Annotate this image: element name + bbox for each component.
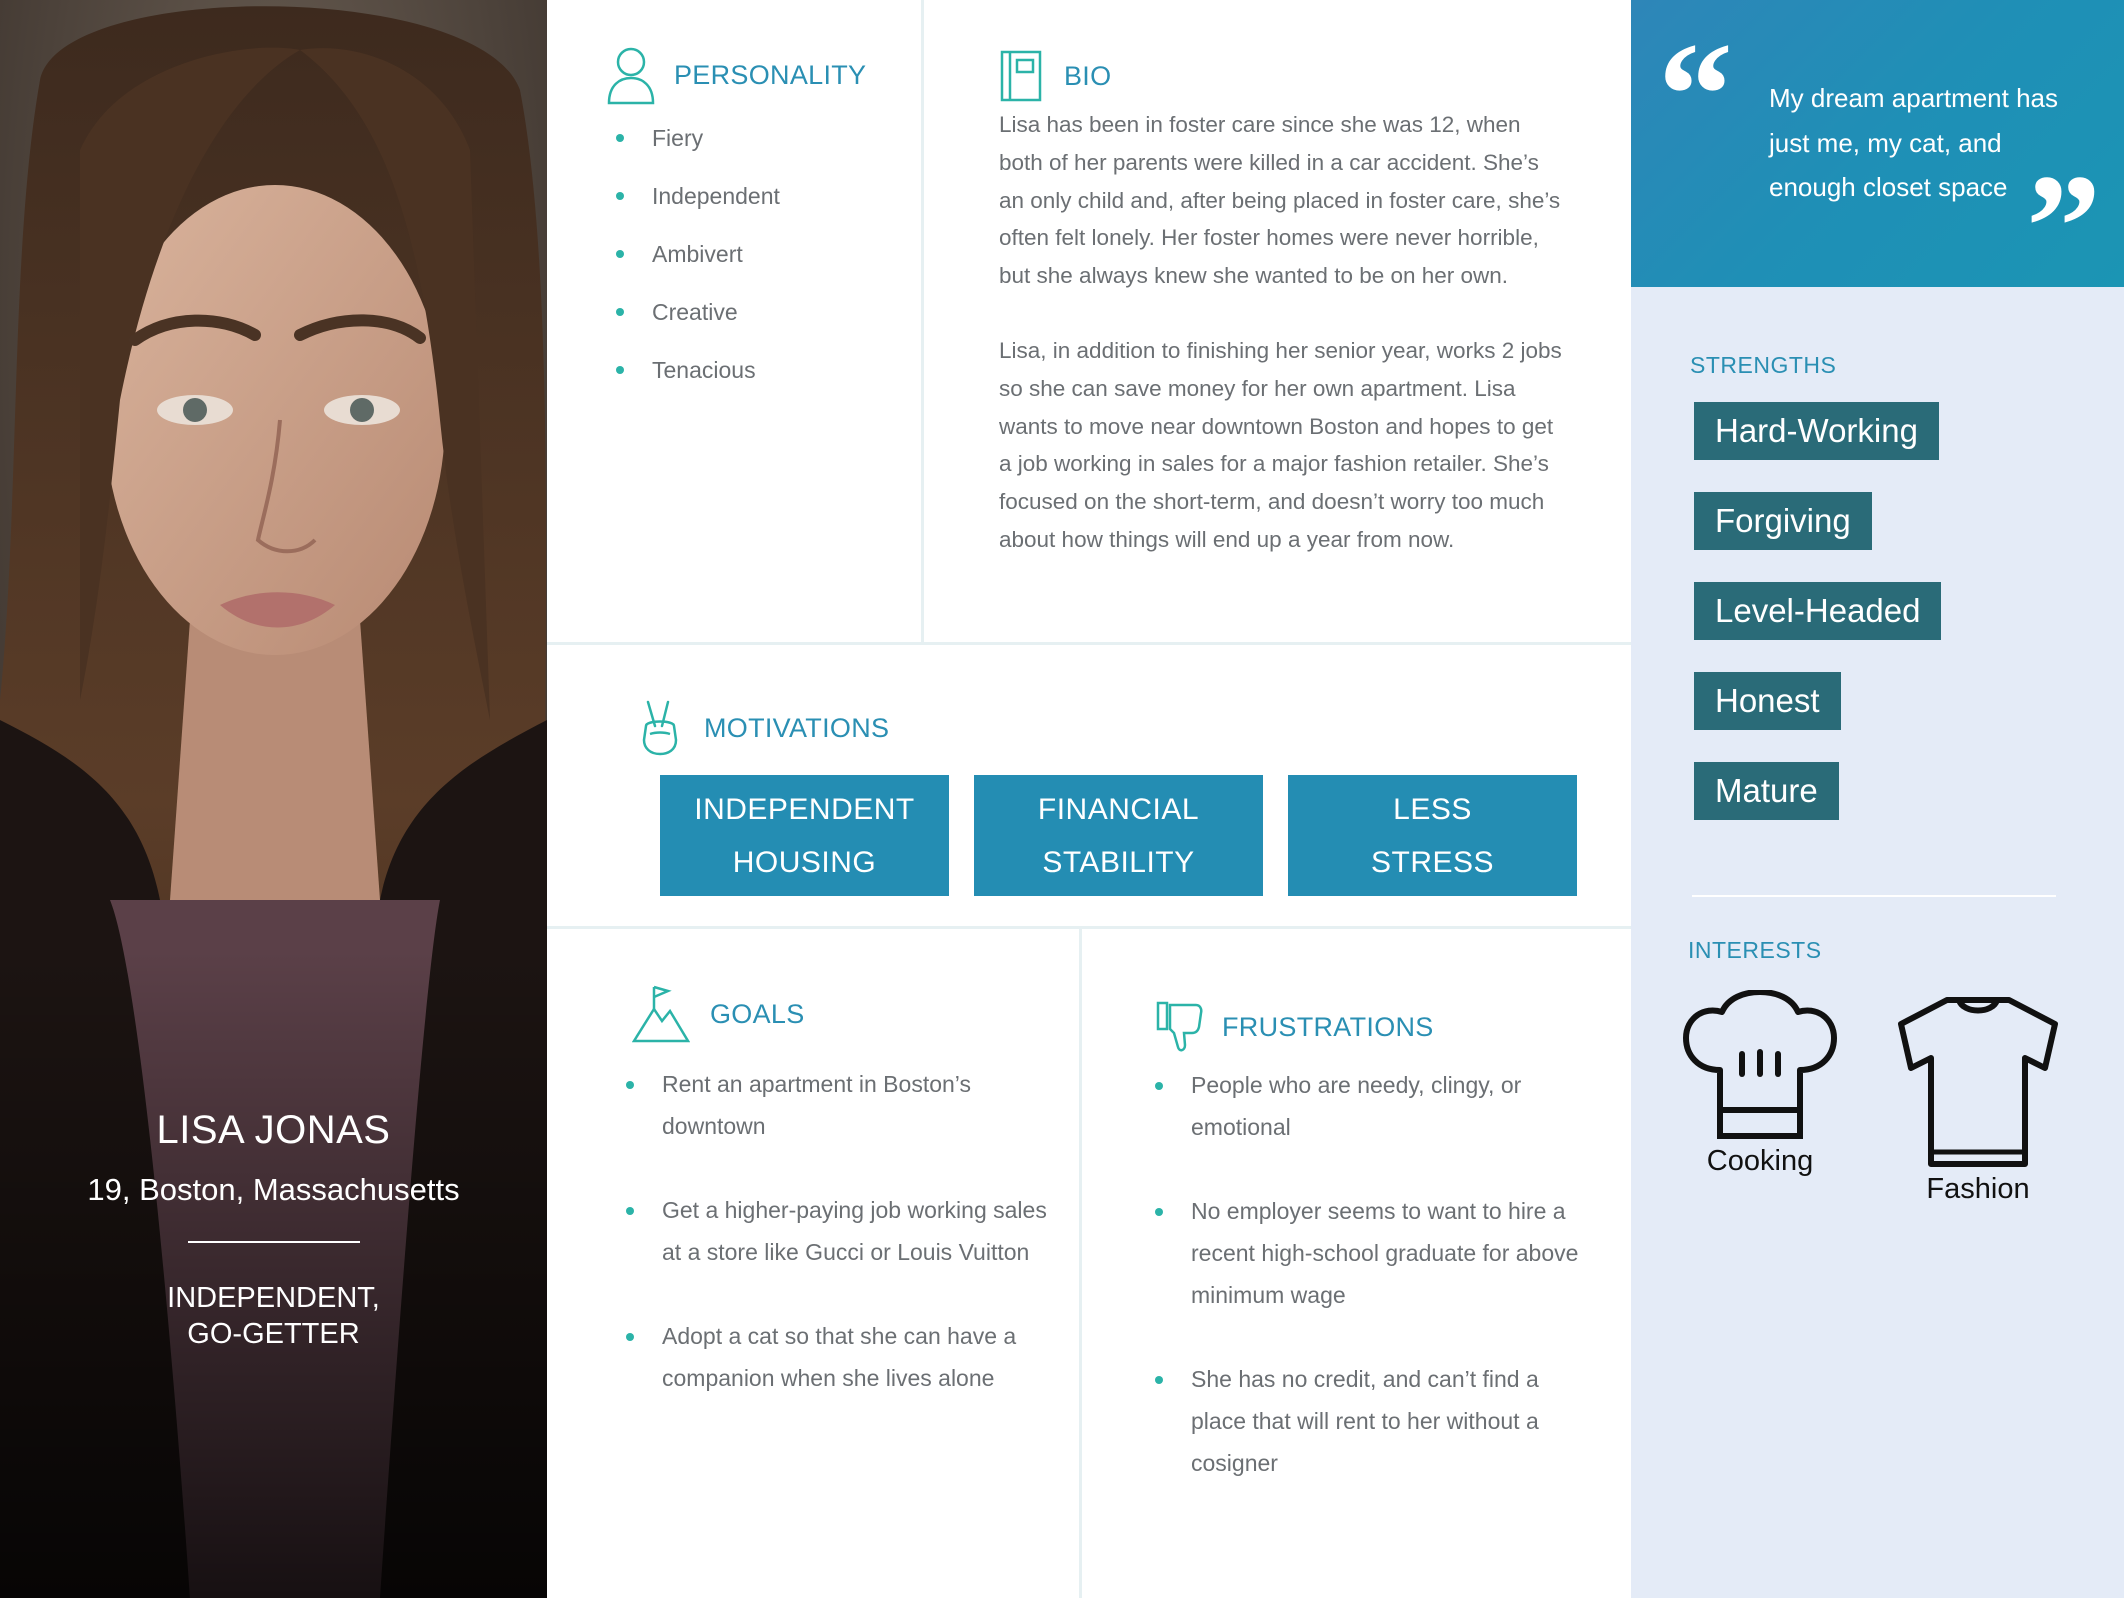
motivation-line: LESS bbox=[1393, 793, 1472, 826]
thumbs-down-icon bbox=[1156, 1001, 1204, 1053]
motivation-card: LESS STRESS bbox=[1288, 775, 1577, 896]
persona-photo: LISA JONAS 19, Boston, Massachusetts IND… bbox=[0, 0, 547, 1598]
divider bbox=[188, 1241, 360, 1243]
divider bbox=[1692, 895, 2056, 897]
strength-tag: Hard-Working bbox=[1694, 402, 1939, 460]
bio-paragraph: Lisa has been in foster care since she w… bbox=[999, 112, 1561, 289]
list-item: Independent bbox=[616, 178, 780, 236]
strength-tag: Level-Headed bbox=[1694, 582, 1942, 640]
list-item: Creative bbox=[616, 294, 780, 352]
motivation-card: FINANCIAL STABILITY bbox=[974, 775, 1263, 896]
motivation-line: STABILITY bbox=[1042, 846, 1195, 879]
notebook-icon bbox=[1000, 50, 1042, 102]
list-item: People who are needy, clingy, or emotion… bbox=[1155, 1064, 1591, 1148]
interests-title: INTERESTS bbox=[1688, 937, 1822, 963]
persona-tagline: INDEPENDENT, GO-GETTER bbox=[0, 1280, 547, 1352]
interest-label: Cooking bbox=[1706, 1145, 1814, 1177]
motivation-line: FINANCIAL bbox=[1037, 793, 1200, 826]
divider bbox=[547, 926, 1631, 929]
interest-label: Fashion bbox=[1926, 1173, 2030, 1205]
motivations-header: MOTIVATIONS bbox=[638, 700, 889, 756]
tshirt-icon bbox=[1897, 997, 2059, 1172]
strength-row: Hard-Working bbox=[1694, 402, 1941, 492]
peace-hand-icon bbox=[638, 700, 682, 756]
strengths-list: Hard-Working Forgiving Level-Headed Hone… bbox=[1694, 402, 1942, 852]
list-item: Rent an apartment in Boston’s downtown bbox=[626, 1063, 1062, 1147]
bio-title: BIO bbox=[1064, 60, 1112, 91]
strengths-title: STRENGTHS bbox=[1690, 352, 1837, 378]
goals-header: GOALS bbox=[632, 985, 805, 1043]
mountain-flag-icon bbox=[632, 985, 690, 1043]
persona-location: 19, Boston, Massachusetts bbox=[87, 1172, 460, 1207]
frustrations-title: FRUSTRATIONS bbox=[1222, 1011, 1434, 1042]
bio-header: BIO bbox=[1000, 50, 1111, 102]
motivations-title: MOTIVATIONS bbox=[704, 712, 890, 743]
strength-row: Mature bbox=[1694, 762, 1941, 852]
motivation-boxes: INDEPENDENT HOUSING FINANCIAL STABILITY … bbox=[660, 775, 1577, 896]
quote-text: My dream apartment has just me, my cat, … bbox=[1769, 83, 2059, 202]
open-quote-icon: “ bbox=[1658, 12, 1733, 178]
frustrations-list: People who are needy, clingy, or emotion… bbox=[1155, 1064, 1591, 1526]
frustrations-header: FRUSTRATIONS bbox=[1156, 1001, 1434, 1053]
list-item: Fiery bbox=[616, 120, 780, 178]
strength-row: Honest bbox=[1694, 672, 1941, 762]
goals-title: GOALS bbox=[710, 998, 805, 1029]
personality-title: PERSONALITY bbox=[674, 59, 867, 90]
chef-hat-icon bbox=[1680, 989, 1840, 1144]
strength-tag: Honest bbox=[1694, 672, 1841, 730]
motivation-card: INDEPENDENT HOUSING bbox=[660, 775, 949, 896]
divider bbox=[921, 0, 924, 643]
persona-name: LISA JONAS bbox=[156, 1108, 391, 1152]
list-item: Get a higher-paying job working sales at… bbox=[626, 1189, 1062, 1273]
motivation-line: HOUSING bbox=[732, 846, 877, 879]
personality-list: Fiery Independent Ambivert Creative Tena… bbox=[616, 120, 780, 410]
list-item: Adopt a cat so that she can have a compa… bbox=[626, 1315, 1062, 1399]
personality-header: PERSONALITY bbox=[606, 45, 866, 105]
list-item: No employer seems to want to hire a rece… bbox=[1155, 1190, 1591, 1316]
strength-tag: Mature bbox=[1694, 762, 1839, 820]
persona-tagline-line1: INDEPENDENT, bbox=[167, 1282, 380, 1314]
interest-fashion: Fashion bbox=[1897, 996, 2059, 1206]
bio-paragraph: Lisa, in addition to finishing her senio… bbox=[999, 337, 1562, 552]
strength-tag: Forgiving bbox=[1694, 492, 1872, 550]
person-icon bbox=[606, 45, 656, 105]
interest-cooking: Cooking bbox=[1680, 989, 1840, 1178]
portrait-illustration bbox=[0, 0, 547, 1598]
persona-tagline-line2: GO-GETTER bbox=[187, 1318, 360, 1350]
divider bbox=[1079, 927, 1082, 1598]
divider bbox=[547, 642, 1631, 645]
list-item: She has no credit, and can’t find a plac… bbox=[1155, 1358, 1591, 1484]
motivation-line: INDEPENDENT bbox=[694, 793, 915, 826]
strength-row: Forgiving bbox=[1694, 492, 1941, 582]
close-quote-icon: ” bbox=[2026, 144, 2101, 310]
motivation-line: STRESS bbox=[1370, 846, 1495, 879]
bio-text: Lisa has been in foster care since she w… bbox=[999, 106, 1569, 559]
goals-list: Rent an apartment in Boston’s downtown G… bbox=[626, 1063, 1062, 1441]
strength-row: Level-Headed bbox=[1694, 582, 1942, 672]
list-item: Ambivert bbox=[616, 236, 780, 294]
list-item: Tenacious bbox=[616, 352, 780, 410]
